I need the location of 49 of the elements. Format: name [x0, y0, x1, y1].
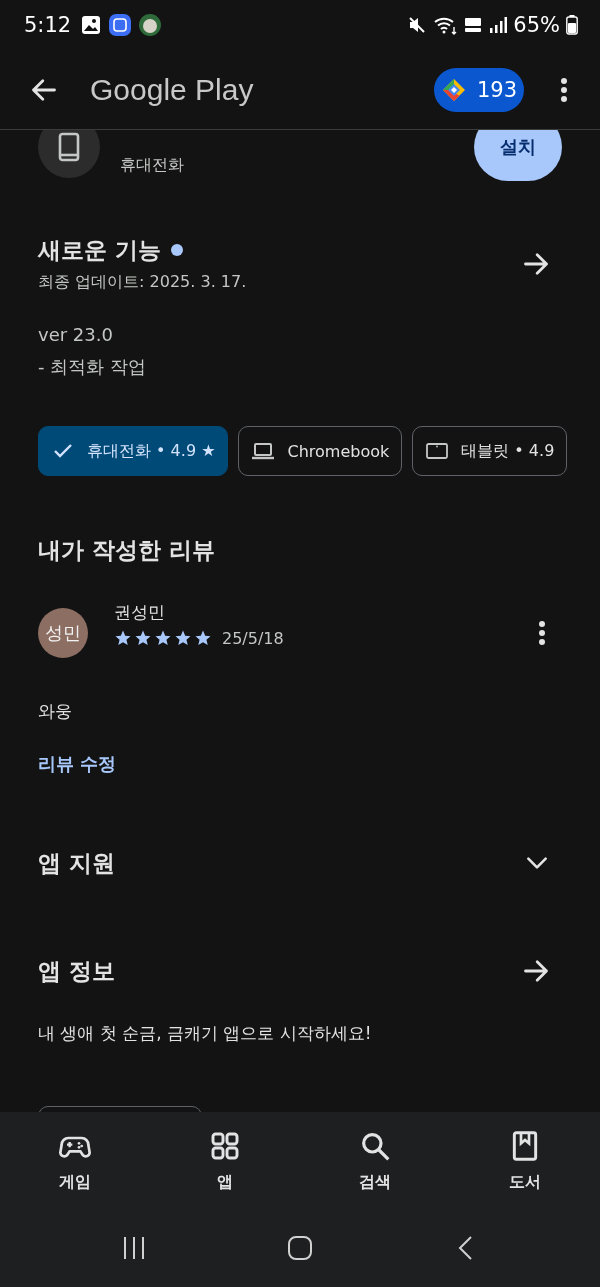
arrow-right-icon — [522, 250, 550, 278]
app-category: 휴대전화 — [120, 154, 185, 176]
battery-percent: 65% — [513, 13, 560, 37]
review-options-button[interactable] — [536, 618, 548, 648]
home-icon — [287, 1235, 313, 1261]
battery-icon — [566, 15, 578, 35]
star-icon — [154, 629, 172, 647]
app-notification-icon — [109, 14, 132, 36]
edit-review-link[interactable]: 리뷰 수정 — [38, 752, 117, 776]
section-title: 앱 지원 — [38, 849, 115, 878]
user-avatar: 성민 — [38, 608, 88, 658]
review-date: 25/5/18 — [222, 628, 284, 648]
nav-tab[interactable]: 검색 — [300, 1130, 450, 1215]
home-button[interactable] — [287, 1235, 313, 1261]
release-note: - 최적화 작업 — [38, 355, 147, 379]
nav-tab[interactable]: 도서 — [450, 1130, 600, 1215]
install-button[interactable]: 설치 — [474, 130, 562, 181]
star-icon — [134, 629, 152, 647]
recent-apps-icon — [121, 1235, 147, 1261]
reviewer-name: 권성민 — [114, 600, 166, 623]
clock-time: 5:12 — [24, 13, 72, 37]
recent-apps-button[interactable] — [121, 1235, 147, 1261]
more-options-icon — [538, 620, 546, 646]
device-filter-chip[interactable]: Chromebook — [238, 426, 403, 476]
app-bar-title: Google Play — [90, 72, 255, 107]
section-title: 새로운 기능 — [38, 236, 161, 265]
release-note: ver 23.0 — [38, 323, 114, 347]
grid-icon — [209, 1130, 241, 1162]
update-date: 최종 업데이트: 2025. 3. 17. — [38, 271, 247, 293]
section-title: 앱 정보 — [38, 957, 115, 986]
avatar-notification-icon — [139, 14, 162, 36]
star-icon — [174, 629, 192, 647]
section-title: 내가 작성한 리뷰 — [38, 536, 216, 565]
phone-icon — [58, 132, 80, 162]
nav-tab[interactable]: 앱 — [150, 1130, 300, 1215]
review-text: 와웅 — [38, 700, 73, 723]
wifi-icon — [433, 15, 458, 35]
more-options-icon — [560, 76, 568, 103]
search-icon — [359, 1130, 391, 1162]
arrow-right-icon — [522, 957, 550, 985]
star-icon — [194, 629, 212, 647]
device-filter-chip[interactable]: 태블릿 • 4.9 — [412, 426, 568, 476]
app-description: 내 생애 첫 순금, 금캐기 앱으로 시작하세요! — [38, 1022, 373, 1045]
device-filter-chip[interactable]: 휴대전화 • 4.9 ★ — [38, 426, 229, 476]
image-icon — [81, 15, 102, 35]
signal-icon — [489, 16, 508, 34]
nav-tab[interactable]: 게임 — [0, 1130, 150, 1215]
points-button[interactable]: 193 — [434, 67, 524, 112]
star-icon — [114, 629, 132, 647]
